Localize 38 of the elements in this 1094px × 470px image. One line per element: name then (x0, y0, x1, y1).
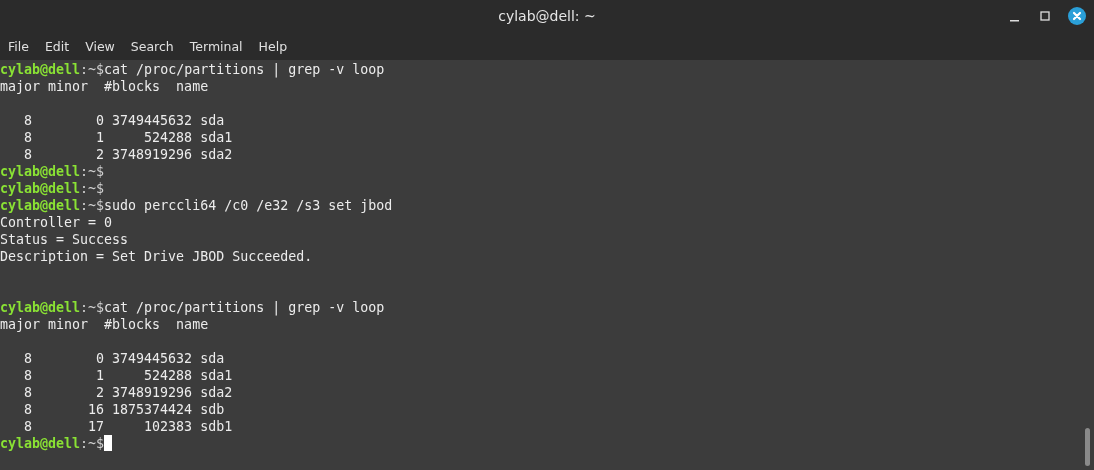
output-text: 8 17 102383 sdb1 (23, 419, 233, 434)
menu-item[interactable]: Terminal (189, 36, 251, 56)
menu-item[interactable]: Search (130, 36, 182, 56)
output-text: 8 0 3749445632 sda (23, 351, 225, 366)
output-text: 8 1 524288 sda1 (23, 368, 233, 383)
prompt-user: cylab@dell (0, 62, 81, 77)
prompt-path: :~$ (80, 181, 105, 196)
close-icon[interactable] (1068, 7, 1086, 25)
prompt-path: :~$ (80, 62, 105, 77)
prompt-path: :~$ (80, 300, 105, 315)
window-title: cylab@dell: ~ (498, 8, 596, 24)
prompt-user: cylab@dell (0, 300, 81, 315)
output-text: 8 16 1875374424 sdb (23, 402, 225, 417)
menu-item[interactable]: Edit (44, 36, 78, 56)
menu-item[interactable]: File (8, 36, 37, 56)
prompt-path: :~$ (80, 436, 105, 451)
output-text: Description = Set Drive JBOD Succeeded. (0, 249, 313, 264)
output-text: major minor #blocks name (0, 79, 209, 94)
prompt-path: :~$ (80, 164, 105, 179)
maximize-icon[interactable] (1038, 9, 1052, 23)
output-text: Status = Success (0, 232, 129, 247)
output-text: major minor #blocks name (0, 317, 209, 332)
prompt-user: cylab@dell (0, 198, 81, 213)
output-text: 8 2 3748919296 sda2 (23, 385, 233, 400)
prompt-user: cylab@dell (0, 164, 81, 179)
scrollbar-thumb[interactable] (1085, 428, 1090, 466)
menu-item[interactable]: View (85, 36, 123, 56)
output-text: Controller = 0 (0, 215, 113, 230)
output-text: 8 0 3749445632 sda (23, 113, 225, 128)
command-text: cat /proc/partitions | grep -v loop (104, 62, 385, 77)
command-text: cat /proc/partitions | grep -v loop (104, 300, 385, 315)
output-text: 8 2 3748919296 sda2 (23, 147, 233, 162)
output-text: 8 1 524288 sda1 (23, 130, 233, 145)
prompt-path: :~$ (80, 198, 105, 213)
menu-item[interactable]: Help (258, 36, 296, 56)
prompt-user: cylab@dell (0, 436, 81, 451)
prompt-user: cylab@dell (0, 181, 81, 196)
command-text: sudo perccli64 /c0 /e32 /s3 set jbod (104, 198, 393, 213)
